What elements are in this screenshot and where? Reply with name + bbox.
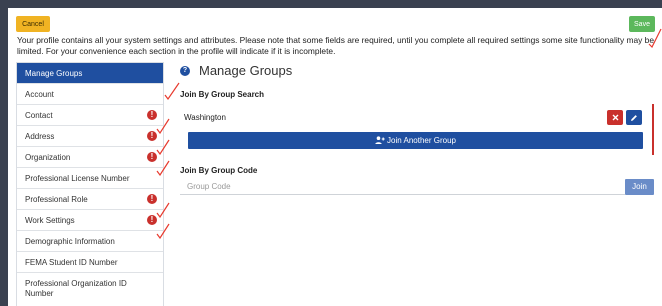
sidebar-item-contact[interactable]: Contact! bbox=[17, 105, 163, 126]
annotation-check-mark bbox=[156, 118, 170, 134]
annotation-check-mark bbox=[156, 223, 170, 239]
annotation-check-mark bbox=[156, 139, 170, 155]
sidebar-item-work-settings[interactable]: Work Settings! bbox=[17, 210, 163, 231]
annotation-check-mark bbox=[164, 82, 180, 100]
x-icon bbox=[612, 114, 618, 121]
group-code-label: Join By Group Code bbox=[180, 166, 258, 175]
cancel-button[interactable]: Cancel bbox=[16, 16, 50, 32]
user-plus-icon bbox=[375, 136, 385, 144]
profile-intro-text: Your profile contains all your system se… bbox=[17, 35, 654, 56]
join-another-group-button[interactable]: Join Another Group bbox=[188, 132, 643, 149]
annotation-check-mark bbox=[156, 160, 170, 176]
delete-group-button[interactable] bbox=[607, 110, 623, 125]
sidebar-item-manage-groups[interactable]: Manage Groups bbox=[17, 63, 163, 84]
sidebar-item-professional-role[interactable]: Professional Role! bbox=[17, 189, 163, 210]
group-code-input[interactable] bbox=[180, 179, 625, 195]
group-name: Washington bbox=[184, 113, 226, 122]
annotation-check-mark bbox=[156, 202, 170, 218]
pencil-icon bbox=[631, 115, 637, 121]
join-by-code-button[interactable]: Join bbox=[625, 179, 654, 195]
sidebar-item-demographic-information[interactable]: Demographic Information bbox=[17, 231, 163, 252]
sidebar-item-account[interactable]: Account bbox=[17, 84, 163, 105]
help-icon[interactable]: ? bbox=[180, 66, 190, 76]
group-search-label: Join By Group Search bbox=[180, 90, 265, 99]
sidebar-item-address[interactable]: Address! bbox=[17, 126, 163, 147]
profile-sidebar: Manage Groups Account Contact! Address! … bbox=[16, 62, 164, 306]
edit-group-button[interactable] bbox=[626, 110, 642, 125]
group-card: Washington Join Another Group bbox=[180, 104, 654, 155]
page-title: Manage Groups bbox=[199, 63, 293, 78]
sidebar-item-organization[interactable]: Organization! bbox=[17, 147, 163, 168]
annotation-check-mark bbox=[648, 28, 662, 48]
sidebar-item-professional-license-number[interactable]: Professional License Number bbox=[17, 168, 163, 189]
sidebar-item-professional-organization-id-number[interactable]: Professional Organization ID Number bbox=[17, 273, 163, 306]
profile-panel: Cancel Save Your profile contains all yo… bbox=[8, 8, 662, 306]
sidebar-item-fema-student-id-number[interactable]: FEMA Student ID Number bbox=[17, 252, 163, 273]
